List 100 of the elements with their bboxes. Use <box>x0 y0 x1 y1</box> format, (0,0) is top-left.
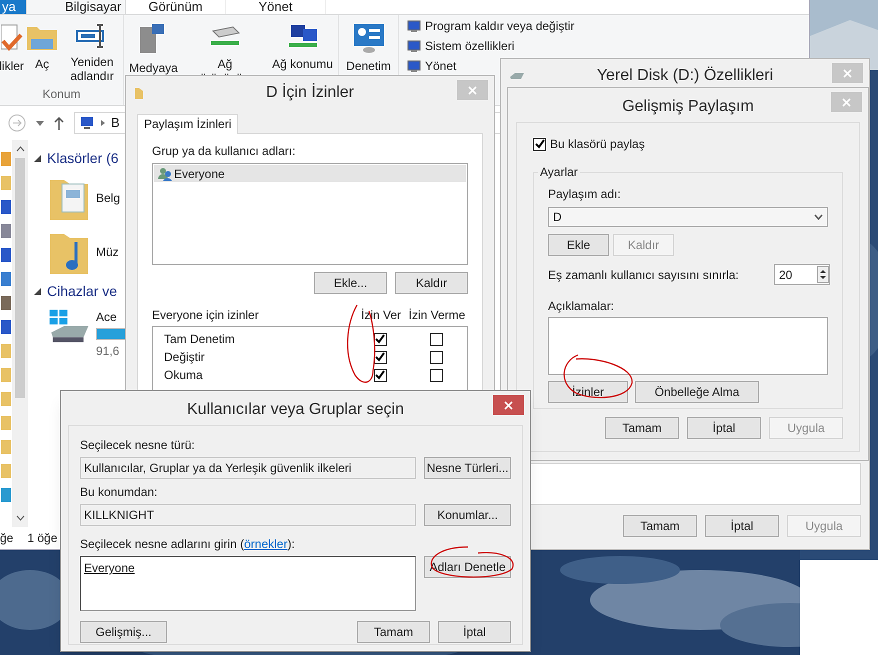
nav-item-icon[interactable] <box>1 152 11 166</box>
collapse-arrow-icon[interactable] <box>34 155 41 162</box>
close-icon <box>468 86 477 94</box>
checkbox[interactable] <box>374 350 386 364</box>
dropdown-arrow-icon[interactable] <box>36 120 44 126</box>
field-label: Eş zamanlı kullanıcı sayısını sınırla: <box>548 266 739 284</box>
permission-name: Okuma <box>163 367 204 384</box>
checkbox[interactable] <box>430 368 442 382</box>
share-name-dropdown[interactable]: D <box>548 207 828 227</box>
field-label: Seçilecek nesne adlarını girin (örnekler): <box>80 536 296 553</box>
window-title: Yerel Disk (D:) Özellikleri <box>596 66 774 86</box>
ribbon-command[interactable]: Program kaldır veya değiştir <box>425 17 574 35</box>
drive-detail: 91,6 <box>96 343 120 360</box>
field-label: Açıklamalar: <box>548 298 616 315</box>
monitor-icon <box>407 40 421 52</box>
nav-item-icon[interactable] <box>1 464 11 478</box>
section-heading: Klasörler (6 <box>47 149 119 168</box>
section-heading: Cihazlar ve <box>47 282 118 301</box>
read-only-field: Kullanıcılar, Gruplar ya da Yerleşik güvenlik ilkeleri <box>80 457 416 479</box>
read-only-field: KILLKNIGHT <box>80 504 416 526</box>
ribbon-button[interactable]: Ağ konumu <box>272 57 333 71</box>
user-row[interactable]: Everyone <box>154 165 466 182</box>
dialog-button[interactable]: Konumlar... <box>424 504 511 526</box>
names-input-field[interactable]: Everyone <box>80 556 416 611</box>
folder-label: Müz <box>96 244 119 261</box>
status-text: ğe <box>0 530 14 547</box>
checkbox[interactable] <box>374 332 386 346</box>
ribbon-button[interactable]: Denetim <box>346 59 391 73</box>
checkbox[interactable] <box>533 138 546 150</box>
nav-item-icon[interactable] <box>1 200 11 214</box>
collapse-arrow-icon[interactable] <box>34 288 41 295</box>
window-title: Gelişmiş Paylaşım <box>621 97 755 117</box>
field-label: Grup ya da kullanıcı adları: <box>152 143 296 160</box>
permission-name: Değiştir <box>163 349 206 366</box>
ribbon-button[interactable]: Yeniden adlandır <box>61 55 123 83</box>
tab[interactable]: Paylaşım İzinleri <box>137 114 238 134</box>
field-label: Seçilecek nesne türü: <box>80 437 196 454</box>
nav-item-icon[interactable] <box>1 344 11 358</box>
drive-icon <box>509 71 525 81</box>
dialog-button[interactable]: Tamam <box>623 515 697 537</box>
address-text: B <box>111 114 120 132</box>
group-title: Ayarlar <box>539 164 579 181</box>
users-icon <box>158 166 172 180</box>
folder-label: Belg <box>96 190 120 207</box>
dialog-button[interactable]: Ekle... <box>314 272 387 294</box>
scrollbar[interactable] <box>12 140 28 527</box>
close-button[interactable] <box>493 395 524 415</box>
dialog-button[interactable]: İptal <box>687 417 761 439</box>
examples-link[interactable]: örnekler <box>244 537 288 551</box>
dialog-button[interactable]: Önbelleğe Alma <box>635 381 759 403</box>
resolved-name: Everyone <box>84 561 135 575</box>
ribbon-button[interactable]: Aç <box>35 57 50 71</box>
dialog-button[interactable]: Kaldır <box>395 272 468 294</box>
checkbox-label[interactable]: Bu klasörü paylaş <box>550 135 645 153</box>
status-text: 1 öğe <box>27 530 58 547</box>
comments-field[interactable] <box>548 317 828 375</box>
ribbon-tab[interactable]: ya <box>0 0 26 14</box>
default-button[interactable]: Tamam <box>357 621 430 643</box>
nav-item-icon[interactable] <box>1 416 11 430</box>
field-label: Everyone için izinler <box>152 307 260 324</box>
nav-item-icon[interactable] <box>1 392 11 406</box>
monitor-icon <box>407 20 421 32</box>
drive-label: Ace <box>96 309 117 326</box>
scroll-down-icon[interactable] <box>16 515 24 521</box>
field-label: Bu konumdan: <box>80 484 158 501</box>
drive-icon[interactable] <box>48 308 90 344</box>
dialog-button[interactable]: Gelişmiş... <box>80 621 167 643</box>
dialog-button[interactable]: Nesne Türleri... <box>424 457 511 479</box>
group-label: Konum <box>42 86 81 103</box>
ribbon-command[interactable]: Yönet <box>425 57 456 75</box>
window-title: D İçin İzinler <box>264 82 356 103</box>
checkbox[interactable] <box>430 332 442 346</box>
nav-item-icon[interactable] <box>1 296 11 310</box>
dialog-button[interactable]: İptal <box>705 515 779 537</box>
ribbon-tab[interactable]: Bilgisayar <box>26 0 126 14</box>
nav-item-icon[interactable] <box>1 320 11 334</box>
permission-name: Tam Denetim <box>163 331 236 348</box>
dialog-button[interactable]: İptal <box>438 621 511 643</box>
scroll-up-icon[interactable] <box>16 146 24 152</box>
nav-item-icon[interactable] <box>1 488 11 502</box>
dialog-button[interactable]: Ekle <box>548 234 609 256</box>
chevron-icon <box>101 120 105 126</box>
ribbon-command[interactable]: Sistem özellikleri <box>425 37 514 55</box>
control-panel-icon <box>352 23 384 53</box>
window-title: Kullanıcılar veya Gruplar seçin <box>186 400 405 420</box>
monitor-icon <box>407 60 421 72</box>
nav-item-icon[interactable] <box>1 176 11 190</box>
up-arrow-icon[interactable] <box>54 116 64 130</box>
nav-item-icon[interactable] <box>1 224 11 238</box>
checkbox[interactable] <box>430 350 442 364</box>
nav-item-icon[interactable] <box>1 248 11 262</box>
checkbox[interactable] <box>374 368 386 382</box>
nav-item-icon[interactable] <box>1 272 11 286</box>
ribbon-button[interactable]: Medyaya <box>129 61 178 75</box>
dialog-button[interactable]: İzinler <box>548 381 628 403</box>
ribbon-button[interactable]: likler <box>0 59 24 73</box>
nav-item-icon[interactable] <box>1 368 11 382</box>
scrollbar-thumb[interactable] <box>15 158 25 398</box>
nav-item-icon[interactable] <box>1 440 11 454</box>
dialog-button[interactable]: Tamam <box>605 417 679 439</box>
